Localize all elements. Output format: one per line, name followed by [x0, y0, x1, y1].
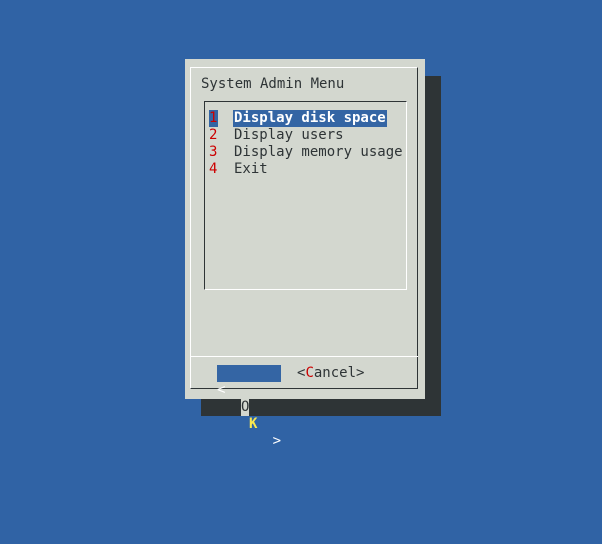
- dialog-title: System Admin Menu: [201, 76, 345, 92]
- ok-button[interactable]: < O K >: [217, 365, 281, 449]
- menu-item-exit[interactable]: 4 Exit: [209, 161, 268, 178]
- menu-item-label: Display disk space: [233, 110, 387, 127]
- menu-item-tag: 3: [209, 144, 218, 160]
- menu-item-label: Display users: [234, 127, 344, 143]
- cancel-label-rest: ancel: [313, 365, 357, 381]
- ok-bracket-left: <: [217, 382, 226, 398]
- menu-dialog: System Admin Menu 1 Display disk space 2…: [185, 59, 425, 449]
- menu-item-tag: 2: [209, 127, 218, 143]
- menu-item-memory-usage[interactable]: 3 Display memory usage: [209, 144, 403, 161]
- cancel-button[interactable]: <Cancel>: [297, 365, 364, 382]
- menu-item-label: Display memory usage: [234, 144, 403, 160]
- cancel-label-hotkey: C: [305, 365, 314, 381]
- menu-item-disk-space[interactable]: 1 Display disk space: [209, 110, 387, 127]
- ok-label-first: O: [241, 399, 250, 416]
- menu-item-users[interactable]: 2 Display users: [209, 127, 344, 144]
- button-separator: [191, 356, 418, 357]
- menu-list: 1 Display disk space 2 Display users 3 D…: [204, 101, 407, 290]
- menu-item-tag: 4: [209, 161, 218, 177]
- menu-item-tag: 1: [209, 110, 218, 127]
- menu-item-label: Exit: [234, 161, 268, 177]
- cancel-bracket-right: >: [356, 365, 365, 381]
- ok-bracket-right: >: [272, 433, 281, 449]
- ok-label-hotkey: K: [249, 416, 258, 432]
